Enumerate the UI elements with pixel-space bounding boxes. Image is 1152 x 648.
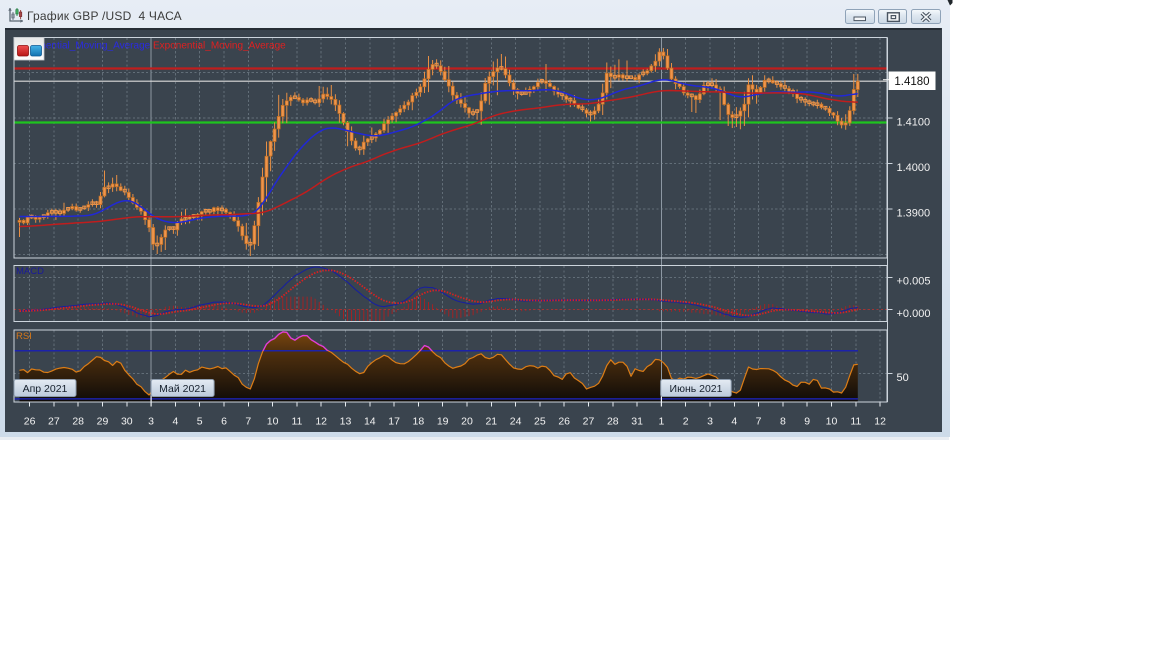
svg-text:7: 7 xyxy=(245,416,251,428)
svg-text:5: 5 xyxy=(197,416,203,428)
svg-text:8: 8 xyxy=(780,416,786,428)
svg-text:+0.000: +0.000 xyxy=(897,308,931,320)
svg-text:31: 31 xyxy=(631,416,643,428)
svg-text:30: 30 xyxy=(121,416,133,428)
svg-text:1.3900: 1.3900 xyxy=(897,207,931,219)
svg-text:26: 26 xyxy=(558,416,570,428)
svg-text:RSI: RSI xyxy=(16,331,32,342)
svg-text:11: 11 xyxy=(291,416,302,428)
svg-text:27: 27 xyxy=(583,416,595,428)
svg-text:1.4180: 1.4180 xyxy=(894,76,929,88)
svg-text:MACD: MACD xyxy=(16,266,44,277)
svg-text:+0.005: +0.005 xyxy=(897,276,931,288)
svg-text:26: 26 xyxy=(24,416,36,428)
svg-text:1.4100: 1.4100 xyxy=(897,116,931,128)
svg-text:Апр 2021: Апр 2021 xyxy=(23,383,68,395)
svg-text:29: 29 xyxy=(97,416,109,428)
svg-text:18: 18 xyxy=(413,416,425,428)
svg-text:50: 50 xyxy=(897,372,909,384)
svg-text:12: 12 xyxy=(315,416,327,428)
svg-text:6: 6 xyxy=(221,416,227,428)
svg-text:19: 19 xyxy=(437,416,449,428)
svg-text:3: 3 xyxy=(148,416,154,428)
svg-text:10: 10 xyxy=(267,416,279,428)
svg-text:4: 4 xyxy=(731,416,737,428)
svg-text:27: 27 xyxy=(48,416,60,428)
svg-text:14: 14 xyxy=(364,416,376,428)
svg-text:21: 21 xyxy=(485,416,497,428)
svg-text:12: 12 xyxy=(874,416,886,428)
svg-text:1.4000: 1.4000 xyxy=(897,162,931,174)
svg-text:24: 24 xyxy=(510,416,522,428)
svg-text:28: 28 xyxy=(72,416,84,428)
svg-text:3: 3 xyxy=(707,416,713,428)
svg-text:17: 17 xyxy=(388,416,400,428)
svg-text:7: 7 xyxy=(756,416,762,428)
svg-text:25: 25 xyxy=(534,416,546,428)
svg-text:1: 1 xyxy=(658,416,664,428)
svg-text:28: 28 xyxy=(607,416,619,428)
svg-text:20: 20 xyxy=(461,416,473,428)
svg-text:Июнь 2021: Июнь 2021 xyxy=(670,383,723,395)
svg-text:4: 4 xyxy=(172,416,178,428)
svg-text:13: 13 xyxy=(340,416,352,428)
svg-text:9: 9 xyxy=(804,416,810,428)
svg-text:Май 2021: Май 2021 xyxy=(159,383,206,395)
svg-text:Exponential_Moving_Average: Exponential_Moving_Average xyxy=(153,41,286,52)
svg-text:10: 10 xyxy=(826,416,838,428)
svg-text:11: 11 xyxy=(850,416,861,428)
svg-text:2: 2 xyxy=(683,416,689,428)
